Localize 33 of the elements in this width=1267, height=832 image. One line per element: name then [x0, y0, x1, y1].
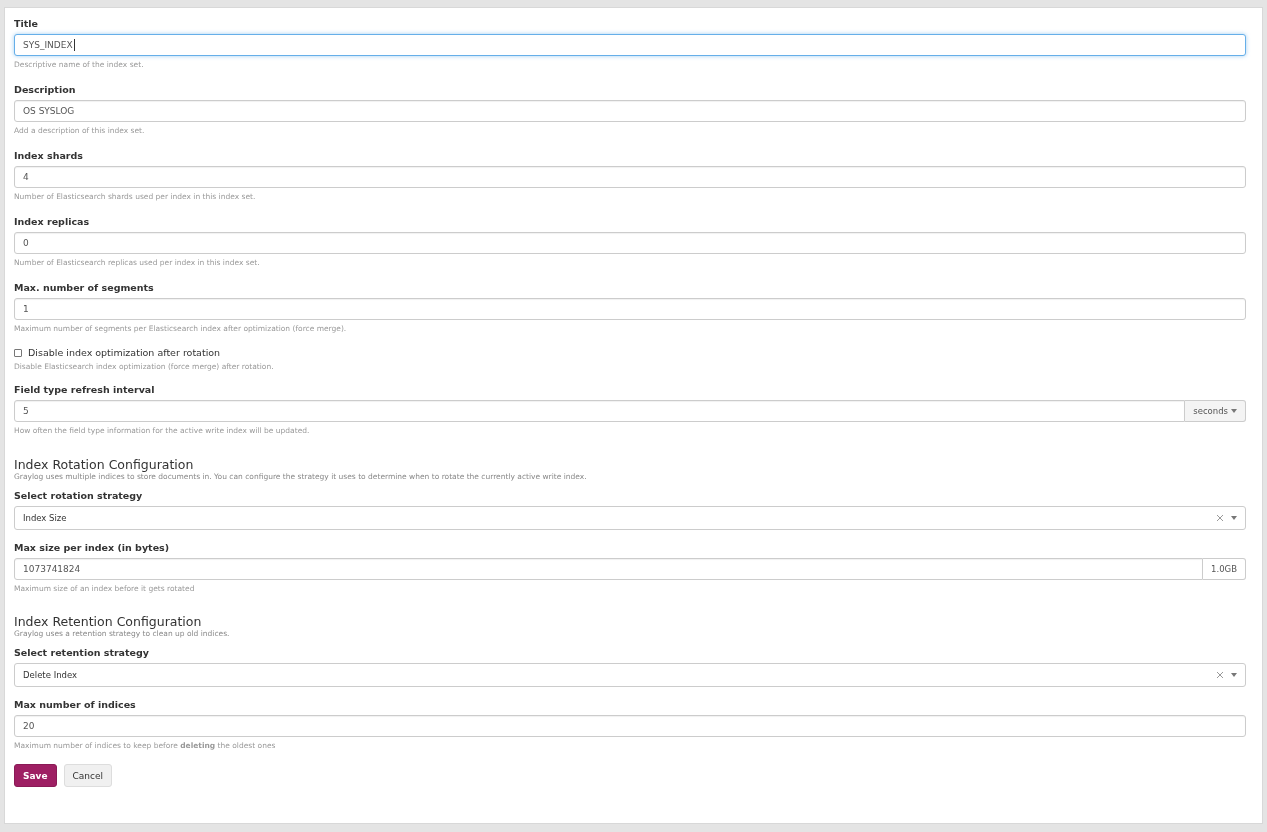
- field-label: Description: [14, 83, 77, 96]
- field-label: Max size per index (in bytes): [14, 541, 171, 554]
- text-field[interactable]: OS SYSLOG: [14, 100, 1246, 122]
- field-label: Max. number of segments: [14, 281, 155, 294]
- unit-addon: 1.0GB: [1203, 558, 1246, 580]
- field-label: Max number of indices: [14, 698, 137, 711]
- field-label: Index shards: [14, 149, 84, 162]
- select-field[interactable]: Index Size: [14, 506, 1246, 530]
- save-button[interactable]: Save: [14, 764, 57, 787]
- text-field[interactable]: SYS_INDEX: [14, 34, 1246, 56]
- text-field[interactable]: 4: [14, 166, 1246, 188]
- field-label: Select retention strategy: [14, 646, 150, 659]
- caret-down-icon: [1231, 516, 1237, 520]
- field-label: Index replicas: [14, 215, 91, 228]
- section-heading: Index Rotation Configuration: [14, 457, 195, 472]
- unit-dropdown[interactable]: seconds: [1185, 400, 1246, 422]
- checkbox-label: Disable index optimization after rotation: [28, 347, 221, 358]
- clear-icon[interactable]: [1217, 672, 1223, 678]
- field-label: Field type refresh interval: [14, 383, 156, 396]
- field-label: Title: [14, 17, 39, 30]
- select-field[interactable]: Delete Index: [14, 663, 1246, 687]
- caret-down-icon: [1231, 409, 1237, 413]
- section-heading: Index Retention Configuration: [14, 614, 203, 629]
- text-field[interactable]: 1073741824: [14, 558, 1204, 580]
- text-field[interactable]: 1: [14, 298, 1246, 320]
- checkbox[interactable]: [14, 348, 22, 357]
- text-field[interactable]: 5: [14, 400, 1186, 422]
- text-field[interactable]: 20: [14, 715, 1246, 737]
- caret-down-icon: [1231, 673, 1237, 677]
- text-field[interactable]: 0: [14, 232, 1246, 254]
- cancel-button[interactable]: Cancel: [63, 764, 113, 787]
- field-label: Select rotation strategy: [14, 489, 144, 502]
- clear-icon[interactable]: [1217, 515, 1223, 521]
